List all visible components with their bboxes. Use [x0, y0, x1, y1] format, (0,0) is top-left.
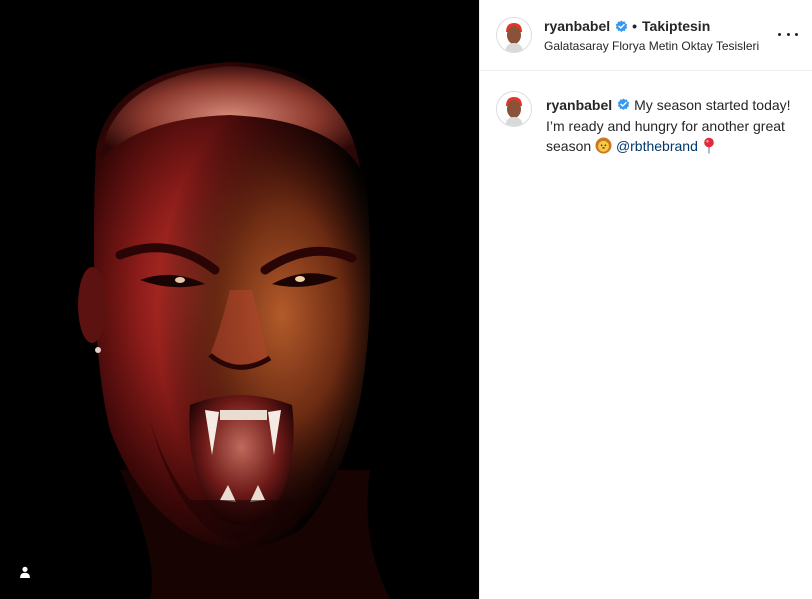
round-pushpin-icon: [703, 137, 714, 154]
location-link[interactable]: Galatasaray Florya Metin Oktay Tesisleri: [544, 39, 759, 53]
user-tag-icon: [20, 566, 30, 578]
portrait-photo-image: [0, 0, 479, 599]
post-photo[interactable]: [0, 0, 479, 599]
caption-username-link[interactable]: ryanbabel: [546, 97, 612, 113]
caption-text: ryanbabel My season started today! I’m r…: [546, 95, 804, 157]
separator-dot: •: [632, 18, 638, 34]
header-title-row: ryanbabel • Takiptesin: [544, 18, 710, 34]
more-options-icon: [795, 32, 798, 36]
mention-link[interactable]: @rbthebrand: [616, 138, 698, 154]
more-options-button[interactable]: [778, 26, 798, 42]
username-link[interactable]: ryanbabel: [544, 18, 610, 34]
instagram-post: ryanbabel • Takiptesin Galatasaray Flory…: [0, 0, 812, 599]
avatar[interactable]: [496, 17, 532, 53]
user-tag-button[interactable]: [12, 559, 38, 585]
verified-badge-icon: [615, 19, 628, 32]
profile-avatar-image: [497, 92, 531, 126]
profile-avatar-image: [497, 18, 531, 52]
avatar[interactable]: [496, 91, 532, 127]
post-side-panel: ryanbabel • Takiptesin Galatasaray Flory…: [479, 0, 812, 599]
post-header: ryanbabel • Takiptesin Galatasaray Flory…: [480, 0, 812, 71]
following-button[interactable]: Takiptesin: [642, 18, 710, 34]
lion-face-icon: [595, 137, 612, 154]
more-options-icon: [778, 32, 781, 36]
verified-badge-icon: [617, 98, 630, 110]
more-options-icon: [786, 32, 790, 36]
